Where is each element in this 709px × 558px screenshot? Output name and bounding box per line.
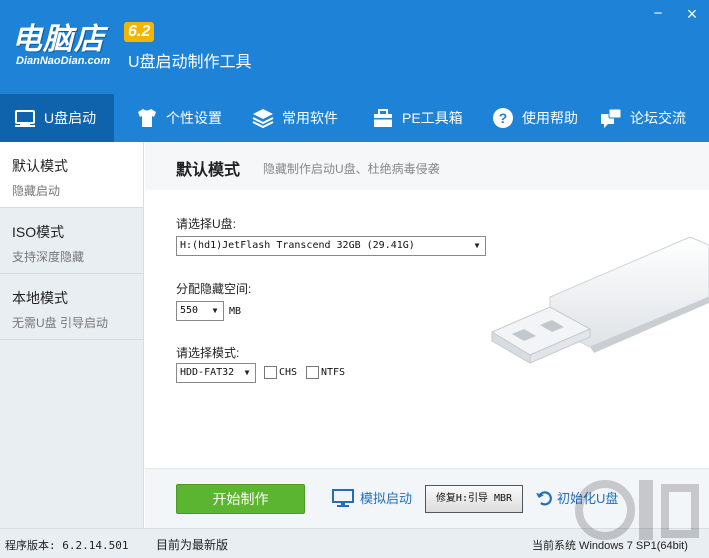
mode-select-label: 请选择模式: [176,346,240,360]
sidebar-item-title: 本地模式 [12,290,68,306]
chs-checkbox[interactable] [264,366,277,379]
nav-pe-toolbox[interactable]: PE工具箱 [354,94,474,142]
help-icon: ? [490,105,516,131]
repair-mbr-button[interactable]: 修复H:引导 MBR [425,485,523,513]
layers-icon [250,105,276,131]
chat-icon [598,105,624,131]
nav-forum[interactable]: 论坛交流 [584,94,709,142]
logo-main: 电脑店 [12,23,105,56]
mode-title: 默认模式 [176,162,241,179]
chevron-down-icon: ▼ [244,368,250,377]
chevron-down-icon: ▼ [474,241,480,250]
sidebar-item-title: 默认模式 [12,158,68,174]
logo-version: 6.2 [124,22,155,42]
simulate-boot-label: 模拟启动 [360,491,413,506]
update-status: 目前为最新版 [156,538,229,552]
nav-usb-boot[interactable]: U盘启动 [0,94,114,142]
sidebar-item-iso-mode[interactable]: ISO模式 支持深度隐藏 [0,208,143,274]
nav-label: 论坛交流 [630,110,686,126]
nav-label: 常用软件 [282,110,338,126]
minimize-button[interactable]: − [648,4,668,24]
monitor-icon [332,488,354,507]
usb-drive-illustration [490,237,709,364]
sidebar-item-desc: 无需U盘 引导启动 [12,316,109,330]
ntfs-label: NTFS [321,367,346,378]
close-button[interactable]: × [682,4,702,24]
hidden-space-value: 550 [180,305,199,316]
usb-drive-icon [12,105,38,131]
program-version: 程序版本: 6.2.14.501 [5,539,129,552]
nav-label: PE工具箱 [402,110,463,126]
start-button[interactable]: 开始制作 [176,484,305,514]
nav-label: 使用帮助 [522,110,578,126]
mode-subtitle: 隐藏制作启动U盘、杜绝病毒侵袭 [263,162,440,176]
nav-label: U盘启动 [44,110,97,126]
sidebar-item-default-mode[interactable]: 默认模式 隐藏启动 [0,142,143,208]
undo-arrow-icon [535,489,553,507]
ntfs-checkbox[interactable] [306,366,319,379]
nav-personalize[interactable]: 个性设置 [114,94,234,142]
chs-label: CHS [279,367,298,378]
logo-domain: DianNaoDian.com [16,55,111,67]
nav-common-software[interactable]: 常用软件 [234,94,354,142]
nav-label: 个性设置 [166,110,222,126]
chevron-down-icon: ▼ [212,306,218,315]
svg-text:?: ? [499,110,508,126]
usb-select-label: 请选择U盘: [176,217,237,231]
sidebar-item-desc: 隐藏启动 [12,184,61,198]
usb-select[interactable]: H:(hd1)JetFlash Transcend 32GB (29.41G) … [176,236,486,256]
main-nav: U盘启动 个性设置 常用软件 PE工具箱 ? 使用帮助 论坛交流 [0,94,709,142]
nav-help[interactable]: ? 使用帮助 [474,94,584,142]
watermark-logo [575,480,699,540]
sidebar-item-local-mode[interactable]: 本地模式 无需U盘 引导启动 [0,274,143,340]
title-bar: 电脑店 6.2 DianNaoDian.com U盘启动制作工具 − × [0,0,709,94]
mode-select-value: HDD-FAT32 [180,367,235,378]
hidden-space-select[interactable]: 550 ▼ [176,301,224,321]
mode-header: 默认模式 隐藏制作启动U盘、杜绝病毒侵袭 [145,142,709,190]
sidebar-item-title: ISO模式 [12,224,65,240]
app-tagline: U盘启动制作工具 [128,54,252,71]
mode-select[interactable]: HDD-FAT32 ▼ [176,363,256,383]
usb-select-value: H:(hd1)JetFlash Transcend 32GB (29.41G) [180,240,415,251]
hidden-space-unit: MB [229,306,242,317]
shirt-icon [134,105,160,131]
sidebar-item-desc: 支持深度隐藏 [12,250,85,264]
simulate-boot-button[interactable]: 模拟启动 [332,488,412,507]
hidden-space-label: 分配隐藏空间: [176,282,252,296]
toolbox-icon [370,105,396,131]
mode-sidebar: 默认模式 隐藏启动 ISO模式 支持深度隐藏 本地模式 无需U盘 引导启动 [0,142,144,528]
